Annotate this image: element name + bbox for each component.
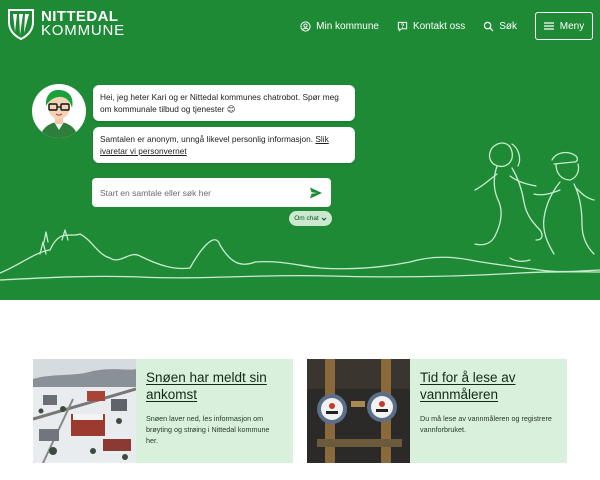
nav-sok-label: Søk — [499, 20, 517, 32]
water-meter-image — [307, 359, 410, 463]
chat-privacy-bubble: Samtalen er anonym, unngå likevel person… — [93, 127, 355, 163]
news-card-snow[interactable]: Snøen har meldt sin ankomst Snøen laver … — [33, 359, 293, 463]
menu-button[interactable]: Meny — [535, 12, 593, 40]
chat-search-input[interactable]: Start en samtale eller søk her — [92, 178, 331, 207]
search-icon — [483, 21, 494, 31]
card-title[interactable]: Snøen har meldt sin ankomst — [146, 369, 283, 403]
chevron-down-icon — [321, 217, 327, 221]
card-text: Snøen laver ned, les informasjon om brøy… — [146, 414, 270, 445]
chatbot-avatar — [32, 84, 86, 138]
card-text: Du må lese av vannmåleren og registrere … — [420, 414, 552, 434]
user-circle-icon — [300, 20, 311, 32]
about-chat-button[interactable]: Om chat — [289, 211, 332, 226]
snow-town-image — [33, 359, 136, 463]
about-chat-label: Om chat — [294, 215, 319, 222]
logo-line2: KOMMUNE — [41, 22, 125, 39]
nav-min-kommune-label: Min kommune — [316, 20, 379, 32]
site-header: NITTEDAL KOMMUNE Min kommune Kontakt oss… — [0, 0, 600, 52]
nav-min-kommune[interactable]: Min kommune — [300, 21, 379, 32]
menu-button-label: Meny — [559, 20, 585, 32]
nav-kontakt-oss[interactable]: Kontakt oss — [397, 21, 465, 32]
coat-of-arms-icon — [8, 9, 34, 40]
chat-greeting-bubble: Hei, jeg heter Kari og er Nittedal kommu… — [93, 85, 355, 121]
hero-section: NITTEDAL KOMMUNE Min kommune Kontakt oss… — [0, 0, 600, 300]
chat-question-icon — [397, 21, 408, 32]
chatbot-portrait-icon — [40, 89, 78, 138]
main-nav: Min kommune Kontakt oss Søk Meny — [300, 12, 600, 40]
news-card-water-meter[interactable]: Tid for å lese av vannmåleren Du må lese… — [307, 359, 567, 463]
privacy-text: Samtalen er anonym, unngå likevel person… — [100, 134, 314, 144]
hamburger-icon — [543, 22, 554, 30]
site-logo[interactable]: NITTEDAL KOMMUNE — [7, 8, 125, 40]
nav-kontakt-oss-label: Kontakt oss — [412, 20, 466, 32]
nav-sok[interactable]: Søk — [483, 21, 517, 32]
card-title[interactable]: Tid for å lese av vannmåleren — [420, 369, 557, 403]
send-icon[interactable] — [309, 186, 323, 200]
chat-input-placeholder: Start en samtale eller søk her — [100, 187, 212, 198]
